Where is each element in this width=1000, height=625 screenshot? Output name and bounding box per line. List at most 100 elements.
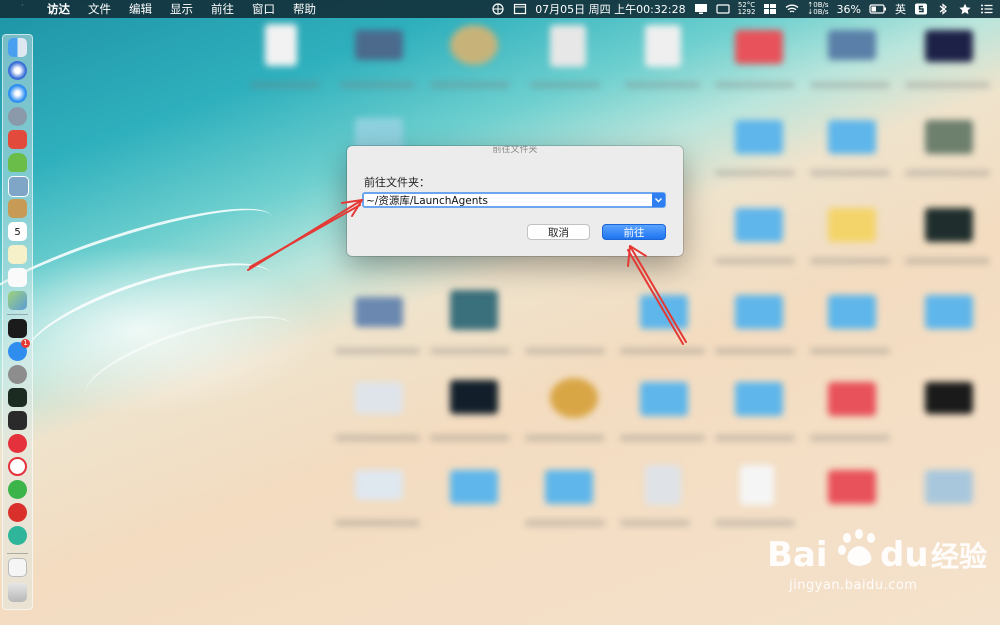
vivaldi-icon[interactable] <box>8 434 27 453</box>
desktop-file-icon[interactable] <box>265 24 297 66</box>
desktop-folder[interactable] <box>545 470 593 504</box>
folder-path-input[interactable] <box>366 194 650 206</box>
menu-file[interactable]: 文件 <box>88 1 111 17</box>
activity-monitor-icon[interactable] <box>8 388 27 407</box>
battery-percent[interactable]: 36% <box>837 3 861 16</box>
bluetooth-icon[interactable] <box>936 3 950 15</box>
desktop-folder[interactable] <box>735 295 783 329</box>
desktop-file-icon[interactable] <box>925 120 973 154</box>
desktop-folder[interactable] <box>735 120 783 154</box>
desktop-folder[interactable] <box>828 120 876 154</box>
file-label <box>810 435 890 441</box>
file-label <box>335 348 420 354</box>
desktop-folder[interactable] <box>640 295 688 329</box>
desktop-file-icon[interactable] <box>828 30 876 60</box>
file-label <box>335 520 420 526</box>
file-label <box>620 520 690 526</box>
desktop-file-icon[interactable] <box>355 30 403 60</box>
wifi-icon[interactable] <box>785 3 799 15</box>
document-icon[interactable] <box>8 558 27 577</box>
folder-path-combo[interactable] <box>362 192 666 208</box>
calendar-menu-icon[interactable] <box>513 3 527 15</box>
desktop-folder[interactable] <box>828 295 876 329</box>
android-icon[interactable] <box>8 153 27 172</box>
desktop-file-icon[interactable] <box>645 465 681 505</box>
network-speed[interactable]: ↑0B/s ↓0B/s <box>807 2 828 16</box>
stickies-icon[interactable] <box>8 245 27 264</box>
system-preferences-icon[interactable] <box>8 365 27 384</box>
globe-icon[interactable] <box>491 3 505 15</box>
battery-icon[interactable] <box>869 3 887 15</box>
notification-center-icon[interactable] <box>980 3 994 15</box>
desktop-file-icon[interactable] <box>355 382 403 414</box>
trash-icon[interactable] <box>8 583 27 602</box>
menu-extras: 07月05日 周四 上午00:32:28 52°C 1292 ↑0B/s ↓0B… <box>491 0 994 18</box>
desktop-file-icon[interactable] <box>450 25 498 65</box>
360-icon[interactable] <box>8 526 27 545</box>
desktop-folder[interactable] <box>925 295 973 329</box>
app-s-icon[interactable] <box>914 3 928 15</box>
desktop-file-icon[interactable] <box>450 290 498 330</box>
apple-menu-icon[interactable] <box>14 2 28 16</box>
finder-icon[interactable] <box>8 38 27 57</box>
desktop-file-icon[interactable] <box>925 470 973 504</box>
desktop-file-icon[interactable] <box>645 25 681 67</box>
notes-icon[interactable] <box>8 199 27 218</box>
menu-help[interactable]: 帮助 <box>293 1 316 17</box>
calendar-icon[interactable]: 5 <box>8 222 27 241</box>
windows-icon[interactable] <box>763 3 777 15</box>
desktop-file-icon[interactable] <box>550 25 586 67</box>
svg-text:Bai: Bai <box>767 535 828 575</box>
desktop-folder-red[interactable] <box>828 470 876 504</box>
desktop-file-icon[interactable] <box>925 382 973 414</box>
desktop-folder[interactable] <box>450 470 498 504</box>
file-label <box>715 435 795 441</box>
cancel-button[interactable]: 取消 <box>527 224 590 240</box>
yandex-icon[interactable] <box>8 457 27 476</box>
reminders-icon[interactable] <box>8 268 27 287</box>
baidu-logo: Bai du 经验 <box>767 529 987 575</box>
launchpad-icon[interactable] <box>8 107 27 126</box>
desktop-file-icon[interactable] <box>925 30 973 62</box>
temperature-readout[interactable]: 52°C 1292 <box>738 2 756 16</box>
wechat-icon[interactable] <box>8 480 27 499</box>
cleaner-icon[interactable] <box>715 3 730 15</box>
star-icon[interactable] <box>958 3 972 15</box>
menu-app-name[interactable]: 访达 <box>47 1 70 17</box>
menu-window[interactable]: 窗口 <box>252 1 275 17</box>
menu-edit[interactable]: 编辑 <box>129 1 152 17</box>
go-button[interactable]: 前往 <box>602 224 666 240</box>
baidu-jingyan-watermark: Bai du 经验 jingyan.baidu.com <box>765 522 995 607</box>
datetime-display[interactable]: 07月05日 周四 上午00:32:28 <box>535 1 685 17</box>
menu-go[interactable]: 前往 <box>211 1 234 17</box>
history-dropdown-button[interactable] <box>652 193 665 207</box>
desktop-file-icon[interactable] <box>450 380 498 414</box>
desktop-file-icon[interactable] <box>925 208 973 242</box>
file-label <box>530 82 600 88</box>
desktop-file-icon[interactable] <box>740 465 774 505</box>
file-label <box>430 435 510 441</box>
menu-bar: 访达 文件 编辑 显示 前往 窗口 帮助 07月05日 周四 上午00:32:2… <box>0 0 1000 18</box>
desktop-folder-red[interactable] <box>828 382 876 416</box>
desktop-folder[interactable] <box>735 208 783 242</box>
desktop-file-icon[interactable] <box>550 378 598 418</box>
dialog-title: 前往文件夹 <box>492 146 538 155</box>
file-label <box>620 348 705 354</box>
desktop-folder[interactable] <box>640 382 688 416</box>
desktop-file-icon[interactable] <box>355 297 403 327</box>
maps-icon[interactable] <box>8 291 27 310</box>
console-icon[interactable] <box>8 411 27 430</box>
preview-icon[interactable] <box>8 176 29 197</box>
menu-view[interactable]: 显示 <box>170 1 193 17</box>
display-icon[interactable] <box>694 3 708 15</box>
input-method[interactable]: 英 <box>895 1 906 17</box>
desktop-file-icon[interactable] <box>355 470 403 500</box>
textedit-icon[interactable] <box>8 130 27 149</box>
desktop-folder-yellow[interactable] <box>828 208 876 242</box>
safari-icon[interactable] <box>8 84 27 103</box>
siri-icon[interactable] <box>8 61 27 80</box>
netease-music-icon[interactable] <box>8 503 27 522</box>
desktop-folder[interactable] <box>735 382 783 416</box>
terminal-icon[interactable] <box>8 319 27 338</box>
desktop-folder-red[interactable] <box>735 30 783 64</box>
